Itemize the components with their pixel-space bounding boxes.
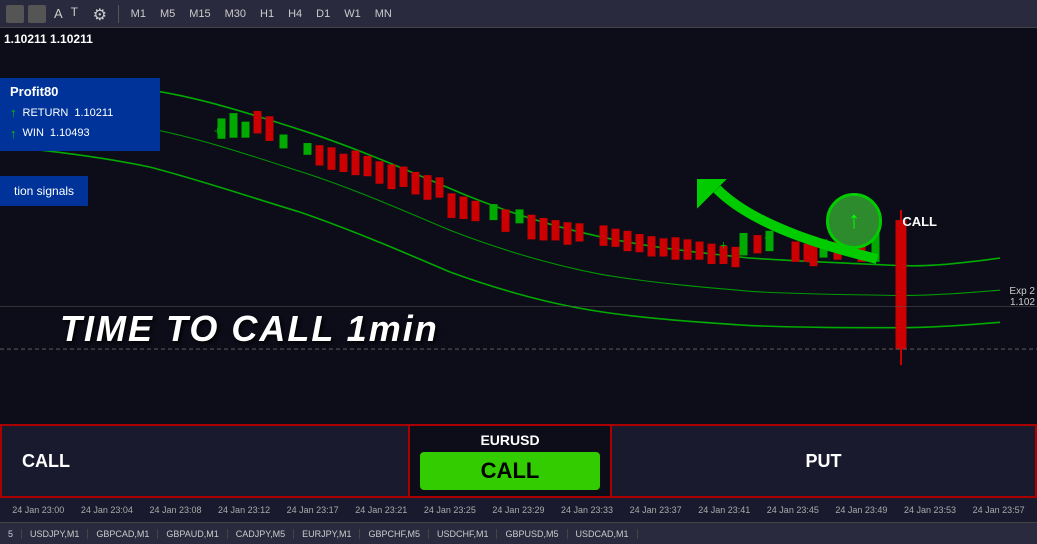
profit-win-row: ↑ WIN 1.10493	[10, 124, 150, 145]
time-tick: 24 Jan 23:53	[896, 505, 965, 515]
symbol-item: USDCHF,M1	[429, 529, 498, 539]
tf-m5[interactable]: M5	[155, 7, 180, 21]
chart-area: + + + 1.10211 1.10211 Profit80 ↑ RETURN …	[0, 28, 1037, 424]
signal-circle: ↑	[826, 193, 882, 249]
toolbar-icon-2[interactable]	[28, 5, 46, 23]
tf-mn[interactable]: MN	[370, 7, 397, 21]
symbol-item: 5	[0, 529, 22, 539]
return-arrow-icon: ↑	[10, 103, 17, 124]
price-label: 1.10211 1.10211	[4, 32, 93, 46]
symbol-item: GBPCAD,M1	[88, 529, 158, 539]
time-tick: 24 Jan 23:00	[4, 505, 73, 515]
time-tick: 24 Jan 23:57	[964, 505, 1033, 515]
tf-d1[interactable]: D1	[311, 7, 335, 21]
toolbar-icon-4[interactable]: ⚙	[93, 5, 111, 23]
panel-call-section: CALL	[0, 424, 410, 498]
profit-return-row: ↑ RETURN 1.10211	[10, 103, 150, 124]
tf-m30[interactable]: M30	[220, 7, 251, 21]
signal-text: tion signals	[14, 184, 74, 198]
time-tick: 24 Jan 23:21	[347, 505, 416, 515]
tf-h1[interactable]: H1	[255, 7, 279, 21]
time-tick: 24 Jan 23:08	[141, 505, 210, 515]
win-value: 1.10493	[50, 125, 90, 143]
symbol-item: GBPAUD,M1	[158, 529, 227, 539]
pair-label: EURUSD	[480, 428, 539, 448]
time-axis: 24 Jan 23:0024 Jan 23:0424 Jan 23:0824 J…	[0, 498, 1037, 522]
toolbar-icon-1[interactable]	[6, 5, 24, 23]
panel-call-label: CALL	[22, 451, 70, 472]
tf-h4[interactable]: H4	[283, 7, 307, 21]
toolbar-sep-1	[118, 5, 119, 23]
win-arrow-icon: ↑	[10, 124, 17, 145]
profit-title: Profit80	[10, 84, 150, 99]
call-near-label: CALL	[902, 214, 937, 229]
exp-label: Exp 2 1.102	[1009, 286, 1035, 308]
symbol-item: USDJPY,M1	[22, 529, 88, 539]
signal-box: tion signals	[0, 176, 88, 206]
time-tick: 24 Jan 23:45	[759, 505, 828, 515]
symbol-item: GBPCHF,M5	[360, 529, 429, 539]
symbol-item: CADJPY,M5	[228, 529, 294, 539]
panel-put-label: PUT	[806, 451, 842, 472]
time-tick: 24 Jan 23:25	[416, 505, 485, 515]
profit-box: Profit80 ↑ RETURN 1.10211 ↑ WIN 1.10493	[0, 78, 160, 151]
panel-put-section: PUT	[610, 424, 1037, 498]
time-to-call-text: TIME TO CALL 1min	[60, 308, 439, 350]
call-button[interactable]: CALL	[420, 452, 600, 490]
time-tick: 24 Jan 23:49	[827, 505, 896, 515]
time-tick: 24 Jan 23:37	[621, 505, 690, 515]
exp-price: 1.102	[1009, 297, 1035, 308]
toolbar: A T ⚙ M1 M5 M15 M30 H1 H4 D1 W1 MN	[0, 0, 1037, 28]
time-tick: 24 Jan 23:41	[690, 505, 759, 515]
time-tick: 24 Jan 23:33	[553, 505, 622, 515]
symbol-item: USDCAD,M1	[568, 529, 638, 539]
tf-m1[interactable]: M1	[126, 7, 151, 21]
symbol-item: GBPUSD,M5	[497, 529, 567, 539]
time-tick: 24 Jan 23:12	[210, 505, 279, 515]
tf-w1[interactable]: W1	[339, 7, 366, 21]
tf-m15[interactable]: M15	[184, 7, 215, 21]
time-tick: 24 Jan 23:04	[73, 505, 142, 515]
toolbar-icon-3[interactable]: T	[71, 5, 89, 23]
return-label: RETURN	[23, 105, 69, 123]
exp-text: Exp 2	[1009, 286, 1035, 297]
svg-text:+: +	[214, 124, 221, 138]
return-value: 1.10211	[74, 105, 113, 123]
time-tick: 24 Jan 23:17	[278, 505, 347, 515]
time-tick: 24 Jan 23:29	[484, 505, 553, 515]
bottom-signal-panel: CALL EURUSD CALL PUT	[0, 424, 1037, 498]
circle-up-arrow-icon: ↑	[848, 207, 860, 235]
panel-center-section: EURUSD CALL	[410, 424, 610, 498]
win-label: WIN	[23, 125, 44, 143]
toolbar-label-a: A	[50, 6, 67, 21]
symbol-bar: 5USDJPY,M1GBPCAD,M1GBPAUD,M1CADJPY,M5EUR…	[0, 522, 1037, 544]
symbol-item: EURJPY,M1	[294, 529, 360, 539]
